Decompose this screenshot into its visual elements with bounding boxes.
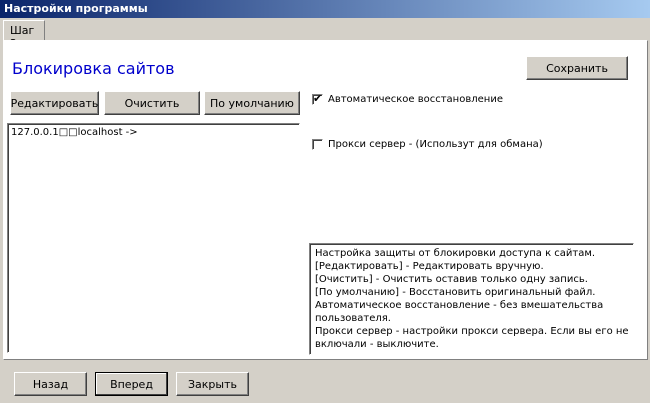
- hosts-list[interactable]: 127.0.0.1□□localhost ->: [7, 123, 300, 353]
- settings-panel: Блокировка сайтов Сохранить Редактироват…: [3, 40, 648, 360]
- auto-restore-label: Автоматическое восстановление: [328, 94, 503, 105]
- list-item[interactable]: 127.0.0.1□□localhost ->: [11, 127, 138, 138]
- help-line: Настройка защиты от блокировки доступа к…: [315, 248, 596, 259]
- help-line: [Очистить] - Очистить оставив только одн…: [315, 274, 588, 285]
- edit-button[interactable]: Редактировать: [10, 91, 99, 115]
- save-button[interactable]: Сохранить: [526, 56, 628, 80]
- back-button[interactable]: Назад: [14, 372, 87, 396]
- auto-restore-checkbox[interactable]: ✔ Автоматическое восстановление: [312, 92, 503, 105]
- checkbox-box[interactable]: ✔: [312, 92, 323, 105]
- proxy-label: Прокси сервер - (Использут для обмана): [328, 139, 543, 150]
- page-title: Блокировка сайтов: [12, 59, 175, 78]
- window-title: Настройки программы: [4, 2, 148, 15]
- title-bar: Настройки программы: [0, 0, 650, 18]
- help-line: Прокси сервер - настройки прокси сервера…: [315, 326, 629, 337]
- close-button[interactable]: Закрыть: [176, 372, 249, 396]
- help-line: пользователя.: [315, 313, 391, 324]
- help-line: включали - выключите.: [315, 339, 439, 350]
- tab-step-2[interactable]: Шаг 2: [3, 20, 45, 50]
- proxy-checkbox[interactable]: Прокси сервер - (Использут для обмана): [312, 139, 543, 150]
- checkbox-box[interactable]: [312, 139, 323, 150]
- help-line: [По умолчанию] - Восстановить оригинальн…: [315, 287, 596, 298]
- next-button[interactable]: Вперед: [95, 372, 168, 396]
- help-line: Автоматическое восстановление - без вмеш…: [315, 300, 604, 311]
- checkmark-icon: ✔: [313, 92, 323, 105]
- default-button[interactable]: По умолчанию: [204, 91, 300, 115]
- clear-button[interactable]: Очистить: [104, 91, 200, 115]
- help-line: [Редактировать] - Редактировать вручную.: [315, 261, 544, 272]
- help-text-box: Настройка защиты от блокировки доступа к…: [309, 243, 634, 355]
